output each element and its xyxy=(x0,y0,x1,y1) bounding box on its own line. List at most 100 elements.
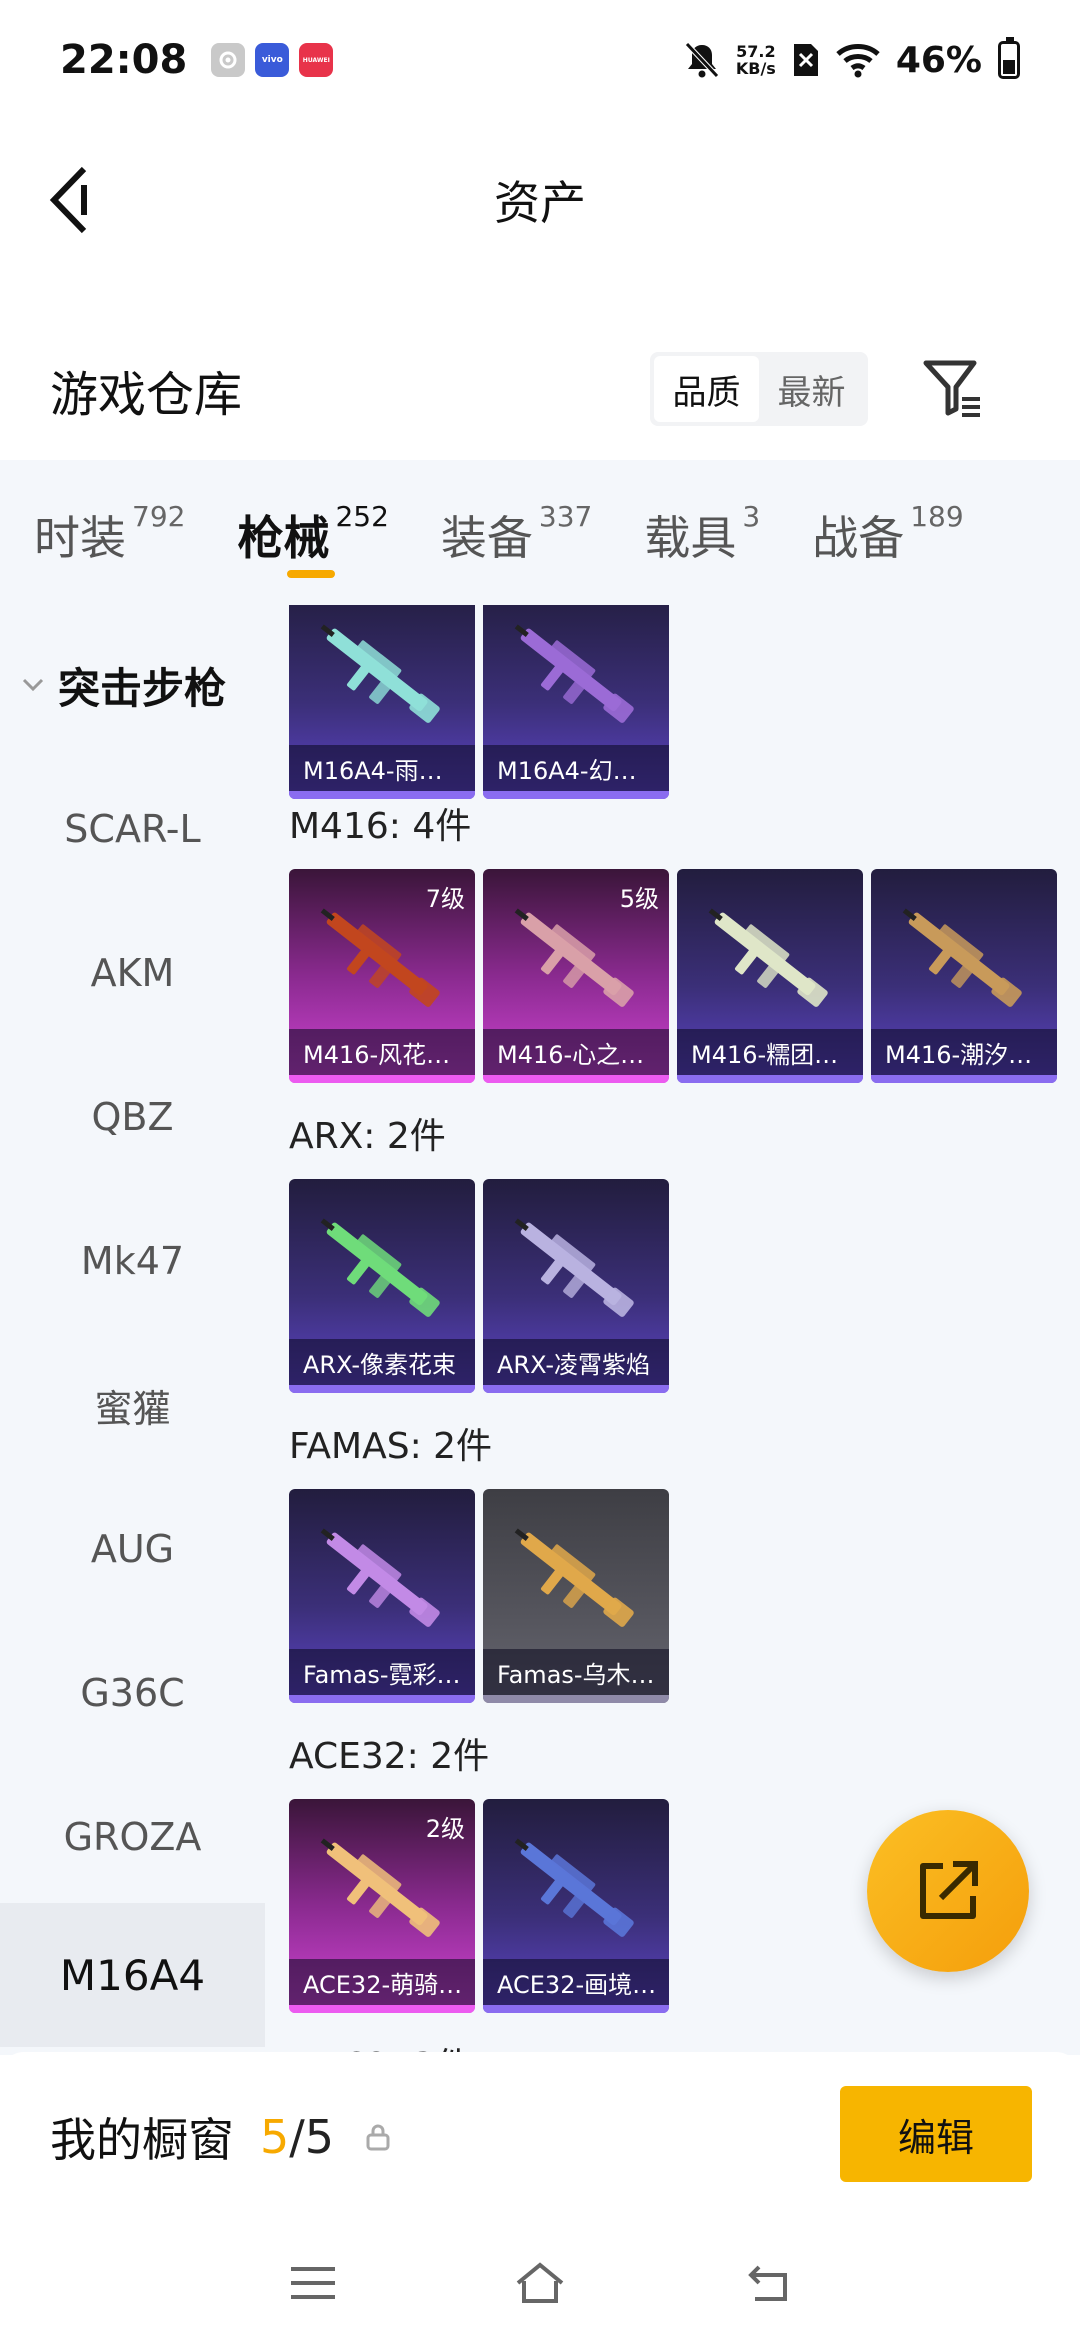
skin-card[interactable]: ARX-像素花束 xyxy=(289,1179,475,1393)
sidebar-item-qbz[interactable]: QBZ xyxy=(0,1045,265,1189)
top-app-bar: 资产 xyxy=(0,120,1080,280)
skin-name: Famas-霓彩… xyxy=(289,1649,475,1695)
skin-name: ACE32-画境… xyxy=(483,1959,669,2005)
weapon-skin-image xyxy=(902,908,1022,1007)
weapon-skin-image xyxy=(320,1838,440,1937)
system-navigation-bar xyxy=(0,2222,1080,2344)
my-showcase-bar: 我的橱窗 5/5 编辑 xyxy=(0,2052,1080,2222)
skin-name: ACE32-萌骑… xyxy=(289,1959,475,2005)
sidebar-group-assault-rifles[interactable]: 突击步枪 xyxy=(0,645,265,725)
page-title: 资产 xyxy=(494,176,586,230)
rarity-strip xyxy=(483,1385,669,1393)
battery-percent: 46% xyxy=(895,39,982,81)
battery-icon xyxy=(998,37,1020,79)
skin-card[interactable]: M416-潮汐… xyxy=(871,869,1057,1083)
weapon-skin-image xyxy=(320,1528,440,1627)
rarity-strip xyxy=(483,791,669,799)
back-button[interactable] xyxy=(40,162,100,238)
group-title-ace32: ACE32: 2件 xyxy=(289,1736,490,1777)
rarity-strip xyxy=(289,1385,475,1393)
showcase-count: 5/5 xyxy=(260,2110,335,2164)
skin-card[interactable]: M416-糯团… xyxy=(677,869,863,1083)
skin-level-badge: 2级 xyxy=(425,1815,465,1843)
skin-name: M416-风花… xyxy=(289,1029,475,1075)
group-title-famas: FAMAS: 2件 xyxy=(289,1426,493,1467)
chevron-down-icon xyxy=(22,678,44,692)
skin-card[interactable]: M16A4-幻… xyxy=(483,605,669,799)
sort-quality-button[interactable]: 品质 xyxy=(654,356,759,422)
settings-app-icon xyxy=(211,43,246,77)
skin-level-badge: 7级 xyxy=(425,885,465,913)
share-fab-button[interactable] xyxy=(867,1810,1029,1972)
weapon-skin-image xyxy=(320,1218,440,1317)
skin-level-badge: 5级 xyxy=(619,885,659,913)
sidebar-item-scar-l[interactable]: SCAR-L xyxy=(0,757,265,901)
sidebar-item-groza[interactable]: GROZA xyxy=(0,1765,265,1909)
tab-supplies[interactable]: 战备 189 xyxy=(812,460,963,568)
rarity-strip xyxy=(483,2005,669,2013)
active-tab-indicator xyxy=(287,570,336,578)
skin-card[interactable]: 7级 M416-风花… xyxy=(289,869,475,1083)
sort-toggle: 品质 最新 xyxy=(650,352,868,426)
rarity-strip xyxy=(677,1075,863,1083)
rarity-strip xyxy=(289,1075,475,1083)
skin-name: Famas-乌木… xyxy=(483,1649,669,1695)
skin-name: M16A4-幻… xyxy=(483,745,669,791)
skin-card[interactable]: Famas-乌木… xyxy=(483,1489,669,1703)
huawei-app-icon: HUAWEI xyxy=(299,43,334,77)
warehouse-header: 游戏仓库 品质 最新 xyxy=(0,330,1080,450)
status-bar: 22:08 vivo HUAWEI 57.2 KB/s 46% xyxy=(0,0,1080,120)
skin-name: M416-潮汐… xyxy=(871,1029,1057,1075)
warehouse-title: 游戏仓库 xyxy=(50,367,243,423)
sidebar-item-aug[interactable]: AUG xyxy=(0,1477,265,1621)
tab-vehicles[interactable]: 载具 3 xyxy=(644,460,760,568)
wifi-icon xyxy=(836,44,880,78)
sidebar-item-g36c[interactable]: G36C xyxy=(0,1621,265,1765)
sidebar-item-akm[interactable]: AKM xyxy=(0,901,265,1045)
skin-card[interactable]: M16A4-雨… xyxy=(289,605,475,799)
edit-showcase-button[interactable]: 编辑 xyxy=(840,2086,1032,2182)
skin-card[interactable]: ARX-凌霄紫焰 xyxy=(483,1179,669,1393)
skin-card[interactable]: ACE32-画境… xyxy=(483,1799,669,2013)
weapon-skin-image xyxy=(320,624,440,723)
weapon-skin-image xyxy=(708,908,828,1007)
lock-icon xyxy=(366,2124,390,2151)
sort-newest-button[interactable]: 最新 xyxy=(759,356,864,422)
skin-card[interactable]: 5级 M416-心之… xyxy=(483,869,669,1083)
weapon-skin-image xyxy=(320,908,440,1007)
skin-name: M416-心之… xyxy=(483,1029,669,1075)
weapon-skin-image xyxy=(514,624,634,723)
rarity-strip xyxy=(289,2005,475,2013)
tab-firearms[interactable]: 枪械 252 xyxy=(237,460,389,578)
sidebar-item-honey-badger[interactable]: 蜜獾 xyxy=(0,1333,265,1477)
tab-equipment[interactable]: 装备 337 xyxy=(441,460,592,568)
skin-name: ARX-凌霄紫焰 xyxy=(483,1339,669,1385)
weapon-skin-image xyxy=(514,1218,634,1317)
weapon-skin-image xyxy=(514,1838,634,1937)
rarity-strip xyxy=(871,1075,1057,1083)
tab-fashion[interactable]: 时装 792 xyxy=(34,460,185,568)
weapon-skin-image xyxy=(514,1528,634,1627)
group-title-arx: ARX: 2件 xyxy=(289,1116,446,1157)
share-external-icon xyxy=(920,1861,978,1919)
rarity-strip xyxy=(289,1695,475,1703)
status-app-icons: vivo HUAWEI xyxy=(211,43,334,77)
skin-name: M416-糯团… xyxy=(677,1029,863,1075)
skin-card[interactable]: Famas-霓彩… xyxy=(289,1489,475,1703)
menu-icon[interactable] xyxy=(285,2255,341,2311)
back-nav-icon[interactable] xyxy=(739,2255,795,2311)
sidebar-item-mk47[interactable]: Mk47 xyxy=(0,1189,265,1333)
rarity-strip xyxy=(483,1075,669,1083)
filter-button[interactable] xyxy=(920,355,986,421)
weapon-type-sidebar: 突击步枪 SCAR-L AKM QBZ Mk47 蜜獾 AUG G36C GRO… xyxy=(0,605,265,2055)
rarity-strip xyxy=(483,1695,669,1703)
group-title-m416: M416: 4件 xyxy=(289,806,472,847)
home-icon[interactable] xyxy=(512,2255,568,2311)
skin-card[interactable]: 2级 ACE32-萌骑… xyxy=(289,1799,475,2013)
bell-muted-icon xyxy=(685,42,719,78)
filter-icon xyxy=(923,360,980,417)
vivo-app-icon: vivo xyxy=(255,43,290,77)
sim-off-icon xyxy=(793,44,818,76)
skin-name: ARX-像素花束 xyxy=(289,1339,475,1385)
sidebar-item-m16a4[interactable]: M16A4 xyxy=(0,1903,265,2047)
